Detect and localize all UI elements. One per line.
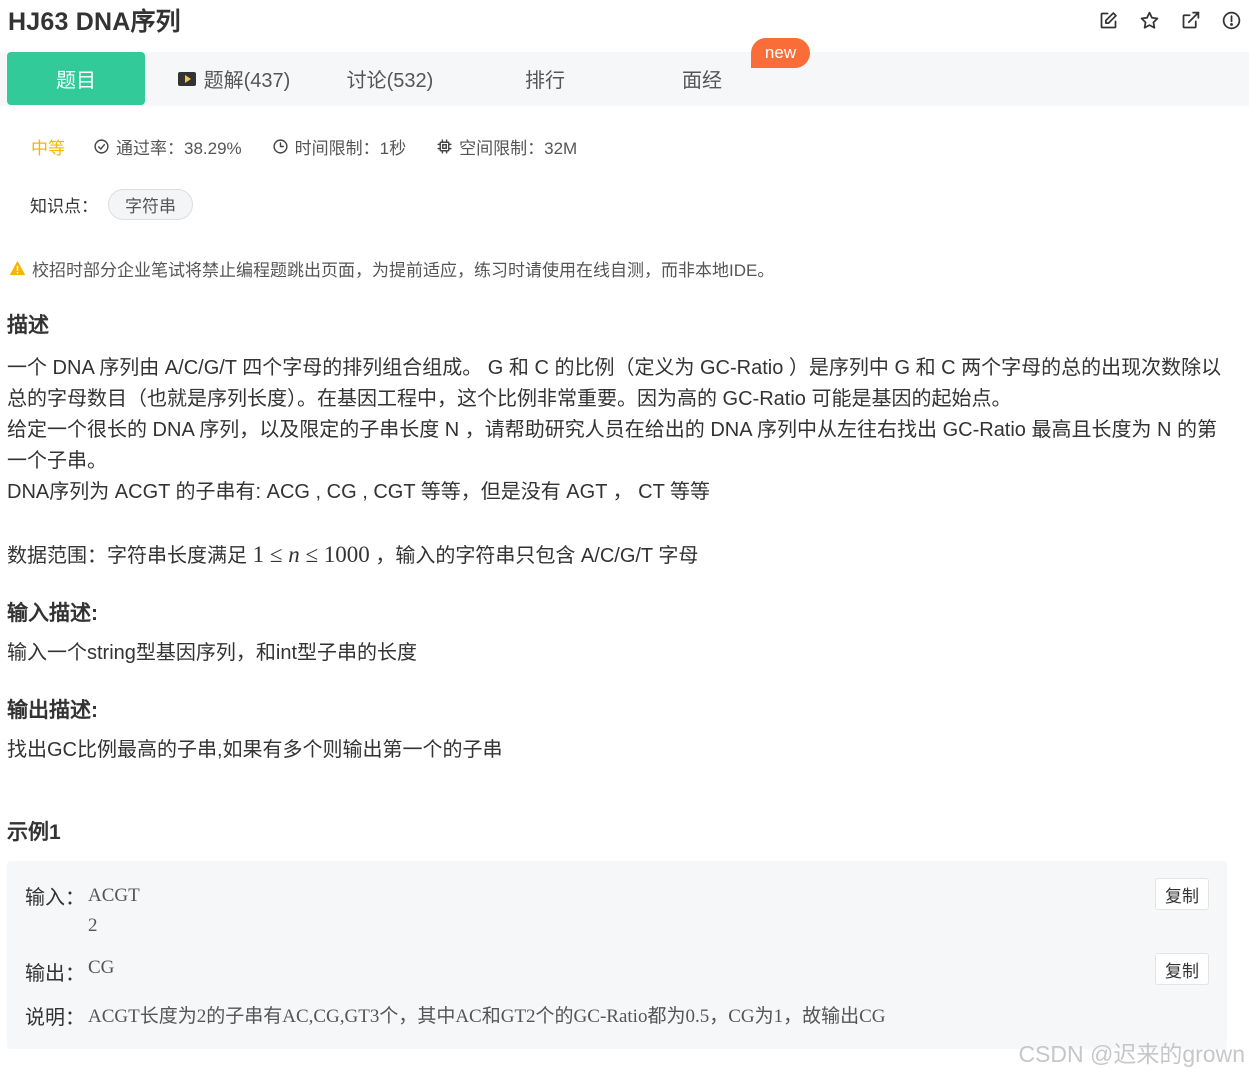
- range-formula-lower: 1 ≤: [252, 542, 289, 567]
- example-heading: 示例1: [7, 821, 61, 844]
- page-title: HJ63 DNA序列: [8, 8, 181, 36]
- range-formula-var: n: [288, 542, 300, 567]
- range-prefix: 数据范围：字符串长度满足: [7, 545, 253, 567]
- output-description-text: 找出GC比例最高的子串,如果有多个则输出第一个的子串: [7, 739, 503, 761]
- tab-bar: 题目 题解(437) 讨论(532) 排行 面经: [0, 52, 1249, 106]
- example-output-value: CG: [88, 957, 115, 978]
- tab-discussion[interactable]: 讨论(532): [340, 52, 440, 105]
- example-output-row: 输出： CG: [25, 957, 114, 986]
- range-suffix: ，输入的字符串只包含 A/C/G/T 字母: [369, 545, 699, 567]
- clock-icon: [273, 138, 288, 154]
- example-explain-value: ACGT长度为2的子串有AC,CG,GT3个，其中AC和GT2个的GC-Rati…: [88, 1006, 886, 1027]
- tab-interview[interactable]: 面经: [672, 52, 732, 105]
- warning-icon: [9, 260, 26, 276]
- video-play-icon: [177, 71, 196, 86]
- pass-rate-text: 通过率：38.29%: [116, 138, 242, 158]
- new-badge: new: [751, 38, 810, 68]
- description-paragraph: 一个 DNA 序列由 A/C/G/T 四个字母的排列组合组成。 G 和 C 的比…: [7, 357, 1222, 410]
- check-circle-icon: [94, 138, 109, 154]
- watermark: CSDN @迟来的grown: [1018, 1041, 1245, 1067]
- description-body: 一个 DNA 序列由 A/C/G/T 四个字母的排列组合组成。 G 和 C 的比…: [7, 353, 1237, 508]
- space-limit-text: 空间限制：32M: [459, 138, 578, 158]
- time-limit-text: 时间限制：1秒: [294, 138, 407, 158]
- chip-icon: [437, 138, 452, 154]
- difficulty-label: 中等: [31, 138, 65, 158]
- tab-problem[interactable]: 题目: [7, 52, 145, 105]
- tab-ranking[interactable]: 排行: [515, 52, 575, 105]
- warning-notice: 校招时部分企业笔试将禁止编程题跳出页面，为提前适应，练习时请使用在线自测，而非本…: [9, 256, 774, 280]
- range-formula: 1 ≤ n ≤ 1000: [253, 542, 370, 567]
- range-formula-upper: ≤ 1000: [299, 542, 370, 567]
- example-explain-label: 说明：: [25, 1007, 85, 1029]
- title-row: HJ63 DNA序列: [8, 2, 181, 38]
- info-icon[interactable]: [1217, 6, 1245, 34]
- example-input-row: 输入： ACGT 2: [25, 881, 140, 941]
- warning-text: 校招时部分企业笔试将禁止编程题跳出页面，为提前适应，练习时请使用在线自测，而非本…: [32, 260, 775, 280]
- input-description-heading: 输入描述:: [7, 602, 98, 625]
- external-link-icon[interactable]: [1176, 6, 1204, 34]
- example-output-label: 输出：: [25, 963, 85, 985]
- example-input-line: 2: [88, 915, 98, 936]
- star-icon[interactable]: [1135, 6, 1163, 34]
- example-input-line: ACGT: [88, 885, 140, 906]
- data-range: 数据范围：字符串长度满足 1 ≤ n ≤ 1000 ，输入的字符串只包含 A/C…: [7, 539, 698, 572]
- tab-solutions[interactable]: 题解(437): [172, 52, 296, 105]
- input-description-text: 输入一个string型基因序列，和int型子串的长度: [7, 642, 418, 664]
- output-description-heading: 输出描述:: [7, 699, 98, 722]
- edit-icon[interactable]: [1094, 6, 1122, 34]
- space-limit: 空间限制：32M: [436, 134, 577, 159]
- description-heading: 描述: [7, 314, 49, 337]
- example-input-value: ACGT 2: [88, 881, 140, 941]
- example-box: 输入： ACGT 2 复制 输出： CG 复制 说明： ACGT长度为2的子串有…: [7, 861, 1227, 1049]
- description-paragraph: DNA序列为 ACGT 的子串有: ACG , CG , CGT 等等，但是没有…: [7, 481, 711, 503]
- description-paragraph: 给定一个很长的 DNA 序列，以及限定的子串长度 N ，请帮助研究人员在给出的 …: [7, 419, 1218, 472]
- copy-input-button[interactable]: 复制: [1155, 878, 1209, 910]
- title-actions: [1094, 6, 1245, 34]
- meta-row: 中等 通过率：38.29% 时间限制：1秒 空间限制：32M: [31, 132, 607, 160]
- pass-rate: 通过率：38.29%: [93, 134, 242, 159]
- knowledge-row: 知识点： 字符串: [30, 188, 193, 220]
- tab-solutions-label: 题解(437): [203, 70, 291, 92]
- copy-output-button[interactable]: 复制: [1155, 953, 1209, 985]
- example-explain-row: 说明： ACGT长度为2的子串有AC,CG,GT3个，其中AC和GT2个的GC-…: [25, 1001, 885, 1030]
- time-limit: 时间限制：1秒: [272, 134, 406, 159]
- example-input-label: 输入：: [25, 887, 85, 909]
- knowledge-tag[interactable]: 字符串: [108, 188, 193, 220]
- knowledge-label: 知识点：: [30, 196, 98, 216]
